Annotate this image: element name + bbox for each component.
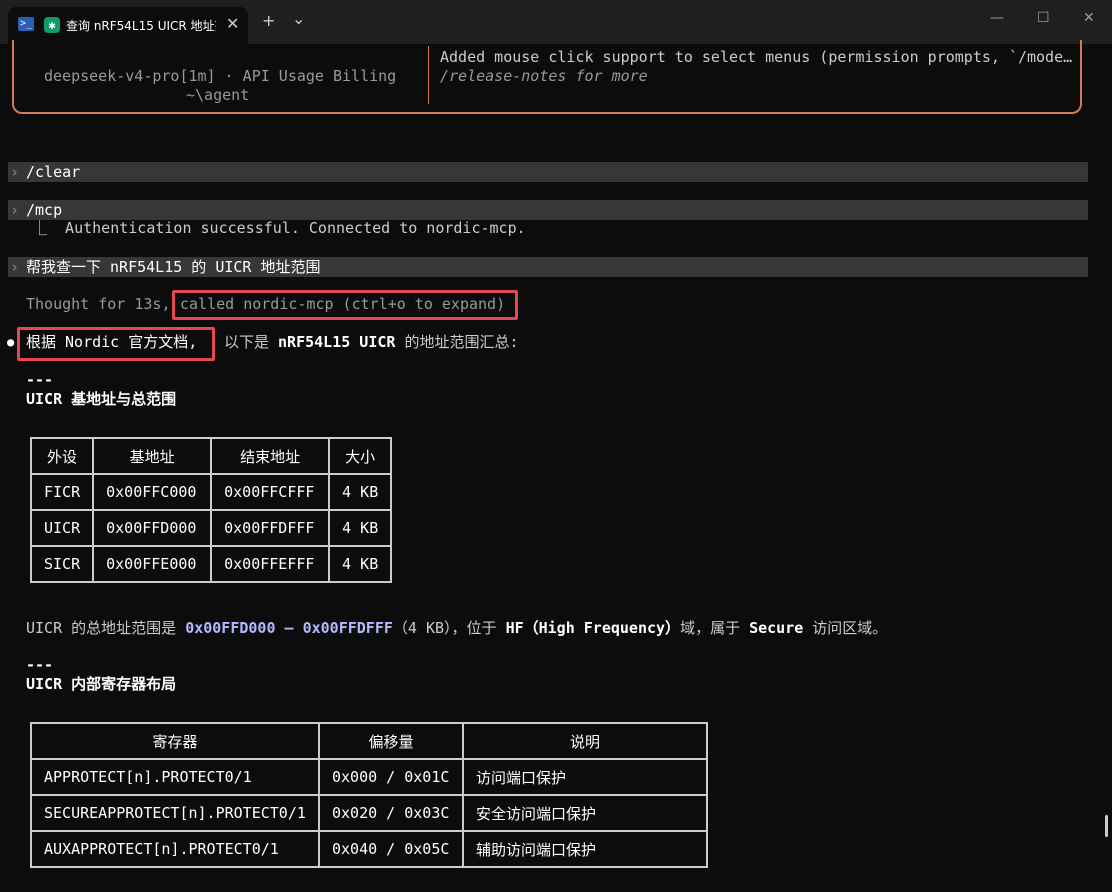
chevron-right-icon: ›: [10, 163, 20, 181]
table-cell: 辅助访问端口保护: [462, 830, 708, 868]
powershell-icon: >_: [18, 17, 34, 31]
table-cell: 0x00FFE000: [92, 545, 213, 583]
table-row: FICR 0x00FFC000 0x00FFCFFF 4 KB: [29, 473, 393, 511]
table-cell: 安全访问端口保护: [462, 794, 708, 832]
table-header: 寄存器: [30, 722, 320, 760]
section-heading: UICR 内部寄存器布局: [26, 675, 177, 693]
mcp-auth-result: ⎿ Authentication successful. Connected t…: [32, 219, 526, 237]
new-tab-button[interactable]: +: [262, 11, 275, 30]
table-cell: SECUREAPPROTECT[n].PROTECT0/1: [30, 794, 320, 832]
table-header: 基地址: [92, 437, 213, 475]
horizontal-rule: ---: [26, 371, 54, 389]
table-cell: 4 KB: [328, 473, 393, 511]
chevron-right-icon: ›: [10, 258, 20, 276]
highlight-box: [172, 290, 518, 320]
table-cell: SICR: [29, 545, 95, 583]
table-cell: 0x00FFD000: [92, 509, 213, 547]
table-cell: 4 KB: [328, 509, 393, 547]
table-cell: 0x000 / 0x01C: [318, 758, 464, 796]
range-summary: UICR 的总地址范围是 0x00FFD000 – 0x00FFDFFF（4 K…: [26, 619, 888, 637]
banner-divider: [428, 46, 429, 104]
table-cell: 0x020 / 0x03C: [318, 794, 464, 832]
table-cell: APPROTECT[n].PROTECT0/1: [30, 758, 320, 796]
table-row: UICR 0x00FFD000 0x00FFDFFF 4 KB: [29, 509, 393, 547]
history-prompt-query: › 帮我查一下 nRF54L15 的 UICR 地址范围: [8, 257, 1088, 277]
table-header: 说明: [462, 722, 708, 760]
table-header: 偏移量: [318, 722, 464, 760]
table-cell: 0x00FFC000: [92, 473, 213, 511]
release-notes-link[interactable]: /release-notes for more: [440, 67, 648, 86]
model-info: deepseek-v4-pro[1m] · API Usage Billing: [44, 67, 397, 85]
table-header: 外设: [29, 437, 95, 475]
table-row: AUXAPPROTECT[n].PROTECT0/1 0x040 / 0x05C…: [30, 830, 708, 868]
table-cell: 访问端口保护: [462, 758, 708, 796]
table-cell: UICR: [29, 509, 95, 547]
address-table: 外设 基地址 结束地址 大小 FICR 0x00FFC000 0x00FFCFF…: [29, 437, 393, 583]
horizontal-rule: ---: [26, 656, 54, 674]
close-window-button[interactable]: ✕: [1083, 10, 1095, 26]
table-cell: 0x00FFDFFF: [210, 509, 331, 547]
table-header-row: 外设 基地址 结束地址 大小: [29, 437, 393, 475]
table-row: SECUREAPPROTECT[n].PROTECT0/1 0x020 / 0x…: [30, 794, 708, 832]
table-cell: 0x00FFEFFF: [210, 545, 331, 583]
terminal-tab[interactable]: >_ ✱ 查询 nRF54L15 UICR 地址范 ✕: [8, 7, 248, 44]
table-cell: FICR: [29, 473, 95, 511]
answer-intro: 以下是 nRF54L15 UICR 的地址范围汇总:: [224, 333, 519, 351]
scrollbar-thumb[interactable]: [1105, 815, 1108, 837]
minimize-button[interactable]: —: [990, 10, 1004, 26]
table-header: 结束地址: [210, 437, 331, 475]
table-cell: 0x040 / 0x05C: [318, 830, 464, 868]
claude-app-icon: ✱: [44, 17, 60, 33]
thought-duration: Thought for 13s,: [26, 295, 171, 313]
chevron-right-icon: ›: [10, 201, 20, 219]
tab-close-icon[interactable]: ✕: [226, 14, 239, 33]
table-header-row: 寄存器 偏移量 说明: [30, 722, 708, 760]
maximize-button[interactable]: ☐: [1037, 10, 1050, 26]
table-cell: 0x00FFCFFF: [210, 473, 331, 511]
table-header: 大小: [328, 437, 393, 475]
table-cell: 4 KB: [328, 545, 393, 583]
working-directory: ~\agent: [186, 86, 250, 104]
command-text: /mcp: [26, 201, 63, 219]
table-cell: AUXAPPROTECT[n].PROTECT0/1: [30, 830, 320, 868]
history-prompt-clear: › /clear: [8, 162, 1088, 182]
title-bar: >_ ✱ 查询 nRF54L15 UICR 地址范 ✕ + ⌄ — ☐ ✕: [0, 0, 1112, 44]
section-heading: UICR 基地址与总范围: [26, 390, 177, 408]
command-text: /clear: [26, 163, 81, 181]
table-row: SICR 0x00FFE000 0x00FFEFFF 4 KB: [29, 545, 393, 583]
tab-dropdown-icon[interactable]: ⌄: [292, 9, 305, 28]
highlight-box: [17, 327, 215, 361]
history-prompt-mcp: › /mcp: [8, 200, 1088, 220]
release-note-text: Added mouse click support to select menu…: [440, 48, 1072, 66]
table-row: APPROTECT[n].PROTECT0/1 0x000 / 0x01C 访问…: [30, 758, 708, 796]
query-text: 帮我查一下 nRF54L15 的 UICR 地址范围: [26, 258, 321, 276]
tab-title: 查询 nRF54L15 UICR 地址范: [66, 19, 216, 33]
register-table: 寄存器 偏移量 说明 APPROTECT[n].PROTECT0/1 0x000…: [30, 722, 708, 868]
bullet-icon: ●: [7, 335, 15, 349]
